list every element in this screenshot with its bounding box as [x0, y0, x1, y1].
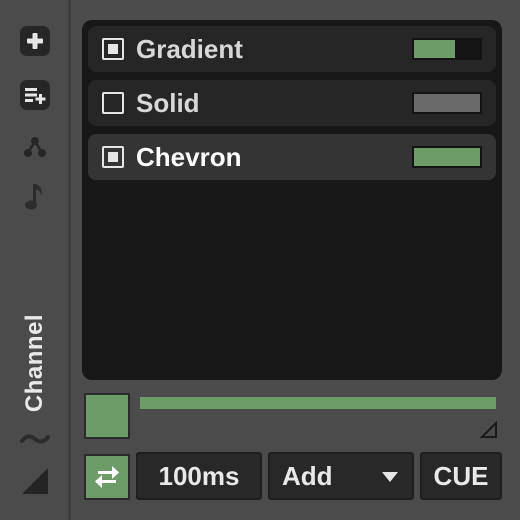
pattern-row-solid[interactable]: Solid — [88, 80, 496, 126]
cue-button[interactable]: CUE — [420, 452, 502, 500]
pattern-row-chevron[interactable]: Chevron — [88, 134, 496, 180]
corner-triangle-icon — [22, 468, 48, 494]
fader-corner-icon — [480, 421, 497, 438]
duration-field[interactable]: 100ms — [136, 452, 262, 500]
network-button[interactable] — [20, 132, 50, 162]
blend-mode-value: Add — [282, 460, 333, 491]
color-swatch[interactable] — [84, 393, 130, 439]
pattern-checkbox[interactable] — [102, 146, 124, 168]
swap-arrows-icon — [95, 466, 119, 488]
music-note-icon — [25, 184, 42, 210]
pattern-label: Gradient — [136, 34, 243, 64]
pattern-label: Chevron — [136, 142, 242, 172]
resize-corner[interactable] — [20, 466, 50, 496]
pattern-label: Solid — [136, 88, 200, 118]
pattern-checkbox[interactable] — [102, 92, 124, 114]
toolbar-divider — [68, 0, 71, 520]
pattern-list[interactable]: Gradient Solid Chevron — [82, 20, 502, 380]
left-toolbar: Channel — [14, 14, 62, 512]
pattern-row-gradient[interactable]: Gradient — [88, 26, 496, 72]
channel-label: Channel — [21, 313, 48, 413]
swap-button[interactable] — [84, 454, 130, 500]
intensity-fader[interactable] — [140, 393, 498, 439]
pattern-level-bar[interactable] — [412, 146, 482, 168]
music-button[interactable] — [20, 182, 50, 212]
wave-icon — [20, 434, 50, 444]
pattern-checkbox[interactable] — [102, 38, 124, 60]
add-to-list-button[interactable] — [20, 80, 50, 110]
pattern-level-bar[interactable] — [412, 92, 482, 114]
network-icon — [24, 137, 46, 157]
plus-icon — [27, 33, 43, 49]
chevron-down-icon — [382, 472, 398, 482]
blend-mode-select[interactable]: Add — [268, 452, 414, 500]
add-to-list-icon — [25, 88, 46, 104]
plus-button[interactable] — [20, 26, 50, 56]
pattern-level-bar[interactable] — [412, 38, 482, 60]
wave-button[interactable] — [20, 424, 50, 454]
fader-track — [140, 397, 496, 409]
